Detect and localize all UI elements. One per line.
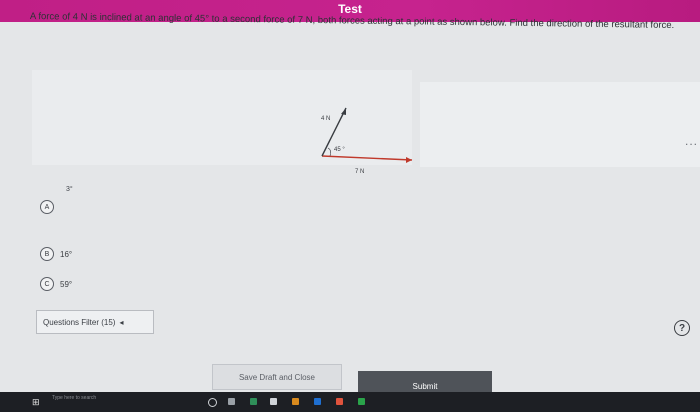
app-icon-1[interactable] xyxy=(250,398,257,405)
help-icon[interactable]: ? xyxy=(674,320,690,336)
app-icon-4[interactable] xyxy=(358,398,365,405)
option-a-value: 3° xyxy=(66,186,73,193)
taskbar: ⊞ Type here to search xyxy=(0,392,700,412)
filter-label: Questions Filter (15) xyxy=(43,317,116,327)
force-7n-arrowhead xyxy=(406,157,412,163)
questions-filter-dropdown[interactable]: Questions Filter (15) ◂ xyxy=(36,310,154,334)
label-4n: 4 N xyxy=(321,116,330,122)
option-c[interactable]: C 59° xyxy=(40,277,72,291)
folder-icon[interactable] xyxy=(292,398,299,405)
label-7n: 7 N xyxy=(355,169,364,175)
option-c-radio[interactable]: C xyxy=(40,277,54,291)
more-options-icon[interactable]: ... xyxy=(685,134,698,148)
app-icon-3[interactable] xyxy=(336,398,343,405)
save-draft-button[interactable]: Save Draft and Close xyxy=(212,364,342,390)
force-diagram: 4 N 45 ° 7 N xyxy=(321,107,413,175)
browser-icon[interactable] xyxy=(314,398,321,405)
option-b-value: 16° xyxy=(60,249,73,259)
angle-arc xyxy=(327,147,331,157)
taskbar-search-input[interactable]: Type here to search xyxy=(52,395,96,401)
windows-start-icon[interactable]: ⊞ xyxy=(32,397,40,408)
caret-left-icon: ◂ xyxy=(119,317,124,327)
cortana-icon[interactable] xyxy=(208,398,217,407)
app-icon-2[interactable] xyxy=(270,398,277,405)
option-c-value: 59° xyxy=(60,279,73,289)
option-a-radio[interactable]: A xyxy=(40,200,54,214)
side-panel xyxy=(420,82,700,167)
option-b[interactable]: B 16° xyxy=(40,247,72,261)
task-view-icon[interactable] xyxy=(228,398,235,405)
option-b-radio[interactable]: B xyxy=(40,247,54,261)
force-4n-arrowhead xyxy=(341,108,346,115)
force-7n-arrow xyxy=(321,155,413,161)
option-a[interactable]: A xyxy=(40,200,54,214)
label-45: 45 ° xyxy=(334,147,345,153)
